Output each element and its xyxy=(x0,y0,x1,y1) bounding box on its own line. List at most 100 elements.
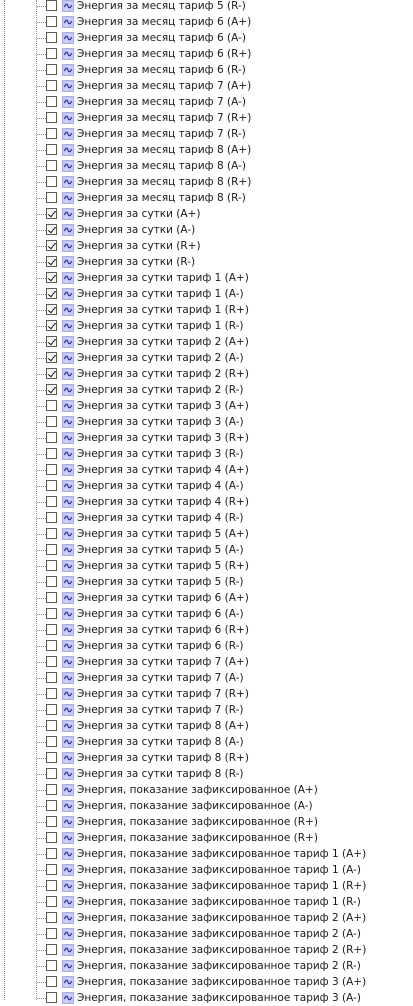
item-checkbox[interactable] xyxy=(46,976,57,987)
tree-item[interactable]: Энергия за сутки (A+) xyxy=(0,206,413,222)
tree-item[interactable]: Энергия, показание зафиксированное (R+) xyxy=(0,814,413,830)
item-checkbox[interactable] xyxy=(46,192,57,203)
item-checkbox[interactable] xyxy=(46,736,57,747)
tree-item[interactable]: Энергия за сутки (R-) xyxy=(0,254,413,270)
tree-item[interactable]: Энергия, показание зафиксированное тариф… xyxy=(0,894,413,910)
tree-item[interactable]: Энергия за месяц тариф 8 (R-) xyxy=(0,190,413,206)
tree-item[interactable]: Энергия за сутки тариф 1 (R+) xyxy=(0,302,413,318)
tree-item[interactable]: Энергия за сутки тариф 3 (A+) xyxy=(0,398,413,414)
item-checkbox[interactable] xyxy=(46,128,57,139)
item-checkbox[interactable] xyxy=(46,432,57,443)
item-checkbox[interactable] xyxy=(46,640,57,651)
tree-item[interactable]: Энергия за сутки тариф 1 (A+) xyxy=(0,270,413,286)
tree-item[interactable]: Энергия за сутки тариф 6 (R+) xyxy=(0,622,413,638)
item-checkbox[interactable] xyxy=(46,768,57,779)
tree-item[interactable]: Энергия, показание зафиксированное тариф… xyxy=(0,910,413,926)
item-checkbox[interactable] xyxy=(46,528,57,539)
tree-item[interactable]: Энергия, показание зафиксированное тариф… xyxy=(0,926,413,942)
item-checkbox[interactable] xyxy=(46,464,57,475)
item-checkbox[interactable] xyxy=(46,960,57,971)
item-checkbox[interactable] xyxy=(46,752,57,763)
item-checkbox[interactable] xyxy=(46,320,57,331)
tree-item[interactable]: Энергия за месяц тариф 5 (R-) xyxy=(0,0,413,14)
tree-item[interactable]: Энергия, показание зафиксированное (R+) xyxy=(0,830,413,846)
item-checkbox[interactable] xyxy=(46,576,57,587)
tree-item[interactable]: Энергия за сутки тариф 2 (R-) xyxy=(0,382,413,398)
tree-item[interactable]: Энергия, показание зафиксированное (A+) xyxy=(0,782,413,798)
item-checkbox[interactable] xyxy=(46,896,57,907)
tree-item[interactable]: Энергия за сутки тариф 2 (A+) xyxy=(0,334,413,350)
item-checkbox[interactable] xyxy=(46,240,57,251)
item-checkbox[interactable] xyxy=(46,368,57,379)
item-checkbox[interactable] xyxy=(46,144,57,155)
item-checkbox[interactable] xyxy=(46,704,57,715)
item-checkbox[interactable] xyxy=(46,352,57,363)
tree-item[interactable]: Энергия за сутки тариф 2 (A-) xyxy=(0,350,413,366)
item-checkbox[interactable] xyxy=(46,496,57,507)
tree-item[interactable]: Энергия за сутки тариф 4 (R+) xyxy=(0,494,413,510)
tree-item[interactable]: Энергия за сутки тариф 7 (R+) xyxy=(0,686,413,702)
item-checkbox[interactable] xyxy=(46,80,57,91)
item-checkbox[interactable] xyxy=(46,400,57,411)
tree-item[interactable]: Энергия за сутки тариф 3 (R-) xyxy=(0,446,413,462)
tree-item[interactable]: Энергия за сутки тариф 5 (R+) xyxy=(0,558,413,574)
tree-item[interactable]: Энергия за месяц тариф 8 (A+) xyxy=(0,142,413,158)
item-checkbox[interactable] xyxy=(46,608,57,619)
tree-item[interactable]: Энергия за сутки тариф 4 (A+) xyxy=(0,462,413,478)
item-checkbox[interactable] xyxy=(46,512,57,523)
item-checkbox[interactable] xyxy=(46,800,57,811)
item-checkbox[interactable] xyxy=(46,912,57,923)
tree-item[interactable]: Энергия за сутки (A-) xyxy=(0,222,413,238)
tree-item[interactable]: Энергия за сутки тариф 2 (R+) xyxy=(0,366,413,382)
item-checkbox[interactable] xyxy=(46,816,57,827)
item-checkbox[interactable] xyxy=(46,992,57,1003)
item-checkbox[interactable] xyxy=(46,112,57,123)
item-checkbox[interactable] xyxy=(46,720,57,731)
tree-item[interactable]: Энергия за сутки тариф 6 (A+) xyxy=(0,590,413,606)
tree-item[interactable]: Энергия за сутки тариф 5 (A+) xyxy=(0,526,413,542)
tree-item[interactable]: Энергия за сутки тариф 8 (R+) xyxy=(0,750,413,766)
item-checkbox[interactable] xyxy=(46,544,57,555)
tree-item[interactable]: Энергия за месяц тариф 6 (A+) xyxy=(0,14,413,30)
item-checkbox[interactable] xyxy=(46,448,57,459)
tree-item[interactable]: Энергия за сутки тариф 4 (A-) xyxy=(0,478,413,494)
item-checkbox[interactable] xyxy=(46,784,57,795)
tree-item[interactable]: Энергия за сутки тариф 3 (A-) xyxy=(0,414,413,430)
item-checkbox[interactable] xyxy=(46,928,57,939)
item-checkbox[interactable] xyxy=(46,32,57,43)
tree-item[interactable]: Энергия за сутки тариф 7 (A-) xyxy=(0,670,413,686)
item-checkbox[interactable] xyxy=(46,0,57,11)
tree-item[interactable]: Энергия, показание зафиксированное тариф… xyxy=(0,942,413,958)
item-checkbox[interactable] xyxy=(46,288,57,299)
tree-item[interactable]: Энергия за сутки тариф 5 (R-) xyxy=(0,574,413,590)
tree-item[interactable]: Энергия за месяц тариф 6 (R-) xyxy=(0,62,413,78)
item-checkbox[interactable] xyxy=(46,96,57,107)
tree-item[interactable]: Энергия, показание зафиксированное тариф… xyxy=(0,878,413,894)
tree-item[interactable]: Энергия за месяц тариф 8 (R+) xyxy=(0,174,413,190)
tree-item[interactable]: Энергия за месяц тариф 6 (R+) xyxy=(0,46,413,62)
tree-item[interactable]: Энергия за месяц тариф 6 (A-) xyxy=(0,30,413,46)
tree-item[interactable]: Энергия за сутки тариф 4 (R-) xyxy=(0,510,413,526)
item-checkbox[interactable] xyxy=(46,688,57,699)
tree-item[interactable]: Энергия за сутки тариф 1 (A-) xyxy=(0,286,413,302)
tree-item[interactable]: Энергия за месяц тариф 7 (R+) xyxy=(0,110,413,126)
tree-item[interactable]: Энергия, показание зафиксированное тариф… xyxy=(0,958,413,974)
tree-item[interactable]: Энергия, показание зафиксированное тариф… xyxy=(0,974,413,990)
tree-item[interactable]: Энергия, показание зафиксированное тариф… xyxy=(0,862,413,878)
item-checkbox[interactable] xyxy=(46,336,57,347)
tree-item[interactable]: Энергия за месяц тариф 8 (A-) xyxy=(0,158,413,174)
tree-item[interactable]: Энергия за сутки тариф 5 (A-) xyxy=(0,542,413,558)
item-checkbox[interactable] xyxy=(46,256,57,267)
tree-item[interactable]: Энергия за сутки тариф 1 (R-) xyxy=(0,318,413,334)
item-checkbox[interactable] xyxy=(46,864,57,875)
tree-item[interactable]: Энергия за сутки тариф 3 (R+) xyxy=(0,430,413,446)
item-checkbox[interactable] xyxy=(46,560,57,571)
tree-item[interactable]: Энергия, показание зафиксированное тариф… xyxy=(0,846,413,862)
item-checkbox[interactable] xyxy=(46,272,57,283)
tree-item[interactable]: Энергия за сутки тариф 8 (A-) xyxy=(0,734,413,750)
item-checkbox[interactable] xyxy=(46,384,57,395)
item-checkbox[interactable] xyxy=(46,592,57,603)
tree-item[interactable]: Энергия за месяц тариф 7 (A+) xyxy=(0,78,413,94)
item-checkbox[interactable] xyxy=(46,624,57,635)
tree-item[interactable]: Энергия, показание зафиксированное тариф… xyxy=(0,990,413,1006)
